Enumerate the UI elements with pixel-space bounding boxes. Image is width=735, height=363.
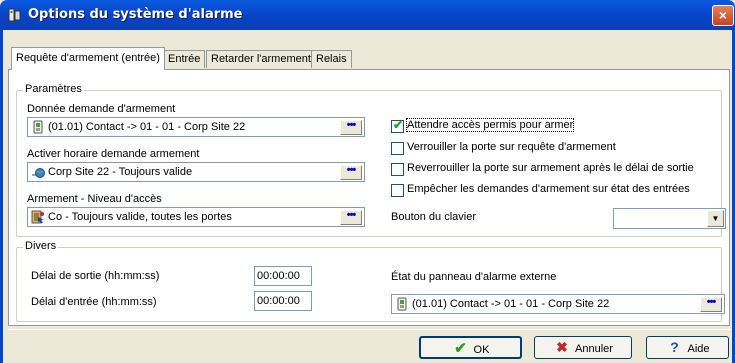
contact-icon: [33, 120, 43, 134]
donnee-browse-button[interactable]: •••: [340, 120, 362, 135]
contact-icon: [397, 297, 407, 311]
cancel-button[interactable]: ✖ Annuler: [534, 336, 632, 359]
bouton-clavier-select[interactable]: ▼: [613, 208, 726, 229]
tab-entree[interactable]: Entrée: [163, 50, 206, 68]
horaire-demande-value: Corp Site 22 - Toujours valide: [48, 166, 193, 178]
tab-relais[interactable]: Relais: [311, 50, 352, 68]
panneau-alarme-label: État du panneau d'alarme externe: [391, 271, 557, 283]
title-bar: Options du système d'alarme ×: [0, 0, 735, 30]
ellipsis-icon: •••: [706, 296, 717, 308]
tab-panel: Paramètres Donnée demande d'armement (01…: [8, 69, 730, 326]
panneau-alarme-field[interactable]: (01.01) Contact -> 01 - 01 - Corp Site 2…: [391, 294, 725, 314]
checkmark-icon: ✔: [393, 118, 404, 132]
panneau-alarme-value: (01.01) Contact -> 01 - 01 - Corp Site 2…: [412, 298, 610, 310]
schedule-globe-icon: [32, 168, 45, 178]
window-frame-left: [0, 30, 3, 363]
donnee-demande-label: Donnée demande d'armement: [27, 103, 176, 115]
niveau-acces-value: Co - Toujours valide, toutes les portes: [48, 211, 232, 223]
delai-sortie-label: Délai de sortie (hh:mm:ss): [31, 270, 160, 282]
niveau-acces-field[interactable]: Co - Toujours valide, toutes les portes …: [27, 207, 365, 227]
dropdown-arrow-icon[interactable]: ▼: [707, 210, 724, 227]
access-level-icon: [31, 210, 44, 224]
button-separator: [8, 329, 730, 330]
delai-entree-input[interactable]: 00:00:00: [254, 291, 312, 311]
ellipsis-icon: •••: [346, 164, 357, 176]
verrouiller-porte-checkbox[interactable]: [391, 142, 404, 155]
horaire-browse-button[interactable]: •••: [340, 165, 362, 180]
horaire-demande-label: Activer horaire demande armement: [27, 148, 200, 160]
attendre-acces-label[interactable]: Attendre accès permis pour armer: [405, 118, 575, 132]
delai-sortie-input[interactable]: 00:00:00: [254, 266, 312, 286]
panneau-browse-button[interactable]: •••: [700, 297, 722, 312]
ok-label: OK: [473, 344, 490, 356]
close-icon: ×: [718, 7, 728, 23]
donnee-demande-value: (01.01) Contact -> 01 - 01 - Corp Site 2…: [48, 121, 246, 133]
divers-legend: Divers: [23, 240, 59, 252]
niveau-browse-button[interactable]: •••: [340, 210, 362, 225]
ellipsis-icon: •••: [346, 209, 357, 221]
help-button[interactable]: ? Aide: [646, 336, 729, 359]
verrouiller-porte-label[interactable]: Verrouiller la porte sur requête d'armem…: [407, 141, 616, 153]
reverrouiller-porte-checkbox[interactable]: [391, 163, 404, 176]
close-button[interactable]: ×: [712, 5, 734, 26]
niveau-acces-label: Armement - Niveau d'accès: [27, 193, 162, 205]
alarm-panel-icon: [8, 8, 21, 22]
window-title: Options du système d'alarme: [28, 7, 243, 22]
ok-button[interactable]: ✔ OK: [419, 336, 522, 359]
attendre-acces-checkbox[interactable]: ✔: [391, 118, 404, 133]
cancel-label: Annuler: [575, 343, 613, 355]
bouton-clavier-label: Bouton du clavier: [391, 211, 476, 223]
cancel-x-icon: ✖: [556, 339, 568, 355]
checkmark-icon: ✔: [454, 340, 467, 357]
horaire-demande-field[interactable]: Corp Site 22 - Toujours valide •••: [27, 162, 365, 182]
parametres-legend: Paramètres: [23, 83, 84, 95]
reverrouiller-porte-label[interactable]: Reverrouiller la porte sur armement aprè…: [407, 162, 694, 174]
tab-requete-armement[interactable]: Requête d'armement (entrée): [11, 47, 165, 70]
help-label: Aide: [687, 343, 710, 355]
ellipsis-icon: •••: [346, 119, 357, 131]
help-icon: ?: [670, 339, 679, 355]
delai-entree-label: Délai d'entrée (hh:mm:ss): [31, 296, 157, 308]
donnee-demande-field[interactable]: (01.01) Contact -> 01 - 01 - Corp Site 2…: [27, 117, 365, 137]
empecher-demandes-label[interactable]: Empêcher les demandes d'armement sur éta…: [407, 183, 690, 195]
empecher-demandes-checkbox[interactable]: [391, 184, 404, 197]
tab-retarder-armement[interactable]: Retarder l'armement: [206, 50, 316, 68]
